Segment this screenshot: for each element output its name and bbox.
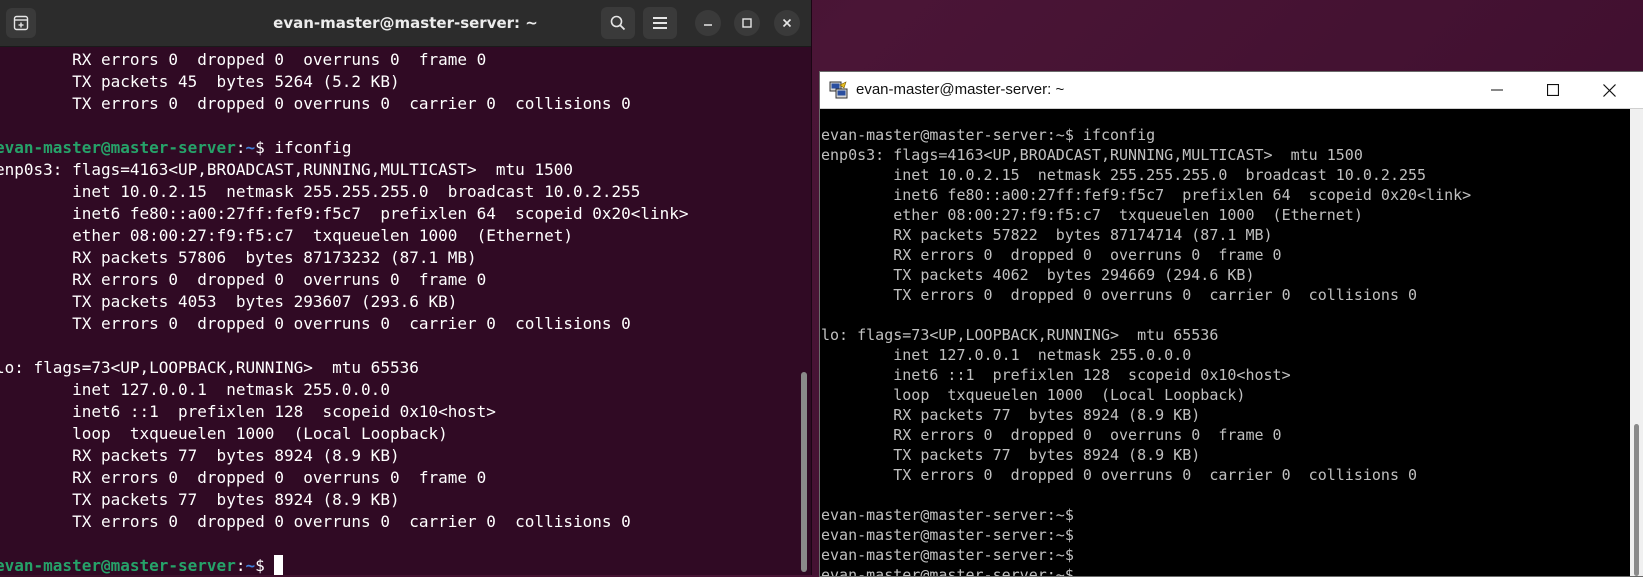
prompt-path: ~ [245, 138, 256, 157]
output-line: loop txqueuelen 1000 (Local Loopback) [821, 386, 1246, 404]
output-line: inet6 ::1 prefixlen 128 scopeid 0x10<hos… [0, 402, 496, 421]
putty-icon [829, 81, 848, 99]
output-line: enp0s3: flags=4163<UP,BROADCAST,RUNNING,… [821, 146, 1363, 164]
gnome-terminal-headerbar[interactable]: evan-master@master-server: ~ [0, 0, 811, 47]
output-line: TX packets 77 bytes 8924 (8.9 KB) [821, 446, 1201, 464]
output-line: loop txqueuelen 1000 (Local Loopback) [0, 424, 448, 443]
output-line: lo: flags=73<UP,LOOPBACK,RUNNING> mtu 65… [821, 326, 1219, 344]
output-line: RX packets 57822 bytes 87174714 (87.1 MB… [821, 226, 1273, 244]
output-line: TX packets 45 bytes 5264 (5.2 KB) [0, 72, 400, 91]
putty-window[interactable]: evan-master@master-server: ~ evan-master… [819, 71, 1643, 577]
close-icon [782, 18, 792, 28]
prompt-user: evan-master@master-server [0, 138, 236, 157]
maximize-button[interactable] [1525, 72, 1581, 108]
close-icon [1602, 83, 1616, 97]
output-line: TX errors 0 dropped 0 overruns 0 carrier… [0, 512, 631, 531]
output-line: RX packets 77 bytes 8924 (8.9 KB) [821, 406, 1201, 424]
output-line: ether 08:00:27:f9:f5:c7 txqueuelen 1000 … [821, 206, 1363, 224]
maximize-button[interactable] [734, 10, 760, 36]
output-line: RX errors 0 dropped 0 overruns 0 frame 0 [0, 270, 487, 289]
maximize-icon [742, 18, 752, 28]
window-title: evan-master@master-server: ~ [273, 14, 538, 32]
output-line: inet 10.0.2.15 netmask 255.255.255.0 bro… [821, 166, 1427, 184]
new-tab-button[interactable] [6, 8, 36, 38]
prompt-line: evan-master@master-server:~$ ifconfig [0, 137, 689, 159]
scrollbar[interactable] [801, 372, 807, 572]
search-icon [610, 15, 626, 31]
output-line: evan-master@master-server:~$ [821, 526, 1074, 544]
output-line: lo: flags=73<UP,LOOPBACK,RUNNING> mtu 65… [0, 358, 419, 377]
output-line: inet6 ::1 prefixlen 128 scopeid 0x10<hos… [821, 366, 1291, 384]
output-line: RX errors 0 dropped 0 overruns 0 frame 0 [821, 246, 1282, 264]
output-line: evan-master@master-server:~$ [821, 546, 1074, 564]
output-line: RX errors 0 dropped 0 overruns 0 frame 0 [0, 468, 487, 487]
output-line: evan-master@master-server:~$ ifconfig [821, 126, 1156, 144]
output-line: inet6 fe80::a00:27ff:fef9:f5c7 prefixlen… [0, 204, 689, 223]
prompt-symbol: $ [255, 556, 265, 575]
output-line: ether 08:00:27:f9:f5:c7 txqueuelen 1000 … [0, 226, 573, 245]
prompt-path: ~ [245, 556, 256, 575]
output-line: TX packets 4053 bytes 293607 (293.6 KB) [0, 292, 458, 311]
prompt-symbol: $ [255, 138, 265, 157]
output-line: TX packets 4062 bytes 294669 (294.6 KB) [821, 266, 1255, 284]
gnome-terminal-window[interactable]: evan-master@master-server: ~ RX errors 0… [0, 0, 812, 575]
minimize-button[interactable] [1469, 72, 1525, 108]
output-line: RX packets 77 bytes 8924 (8.9 KB) [0, 446, 400, 465]
minimize-icon [704, 24, 712, 26]
command-text: ifconfig [264, 138, 352, 157]
window-title: evan-master@master-server: ~ [856, 81, 1065, 98]
search-button[interactable] [601, 7, 635, 39]
maximize-icon [1547, 84, 1559, 96]
output-line: TX errors 0 dropped 0 overruns 0 carrier… [821, 286, 1418, 304]
terminal-output[interactable]: RX errors 0 dropped 0 overruns 0 frame 0… [0, 46, 800, 575]
menu-button[interactable] [643, 7, 677, 39]
command-text [265, 556, 275, 575]
output-line: inet6 fe80::a00:27ff:fef9:f5c7 prefixlen… [821, 186, 1472, 204]
output-line: inet 127.0.0.1 netmask 255.0.0.0 [821, 346, 1192, 364]
hamburger-menu-icon [653, 17, 667, 29]
output-line: enp0s3: flags=4163<UP,BROADCAST,RUNNING,… [0, 160, 573, 179]
prompt-user: evan-master@master-server [0, 556, 236, 575]
scrollbar-thumb[interactable] [1634, 424, 1639, 576]
prompt-line: evan-master@master-server:~$ [0, 555, 689, 575]
terminal-lines: RX errors 0 dropped 0 overruns 0 frame 0… [0, 49, 689, 575]
minimize-icon [1491, 89, 1503, 91]
output-line: RX packets 57806 bytes 87173232 (87.1 MB… [0, 248, 477, 267]
minimize-button[interactable] [695, 10, 721, 36]
output-line: TX errors 0 dropped 0 overruns 0 carrier… [0, 94, 631, 113]
text-cursor [274, 555, 284, 575]
terminal-lines: evan-master@master-server:~$ ifconfig enp… [821, 125, 1471, 576]
putty-titlebar[interactable]: evan-master@master-server: ~ [820, 72, 1643, 109]
output-line: TX errors 0 dropped 0 overruns 0 carrier… [821, 466, 1418, 484]
output-line: RX errors 0 dropped 0 overruns 0 frame 0 [821, 426, 1282, 444]
output-line: evan-master@master-server:~$ [821, 506, 1074, 524]
output-line: TX packets 77 bytes 8924 (8.9 KB) [0, 490, 400, 509]
output-line: TX errors 0 dropped 0 overruns 0 carrier… [0, 314, 631, 333]
output-line: RX errors 0 dropped 0 overruns 0 frame 0 [0, 50, 487, 69]
output-line: inet 127.0.0.1 netmask 255.0.0.0 [0, 380, 390, 399]
new-tab-icon [13, 15, 29, 31]
close-button[interactable] [774, 10, 800, 36]
putty-terminal-output[interactable]: evan-master@master-server:~$ ifconfig enp… [820, 109, 1630, 576]
output-line: evan-master@master-server:~$ [821, 566, 1074, 576]
close-button[interactable] [1581, 72, 1637, 108]
output-line: inet 10.0.2.15 netmask 255.255.255.0 bro… [0, 182, 641, 201]
